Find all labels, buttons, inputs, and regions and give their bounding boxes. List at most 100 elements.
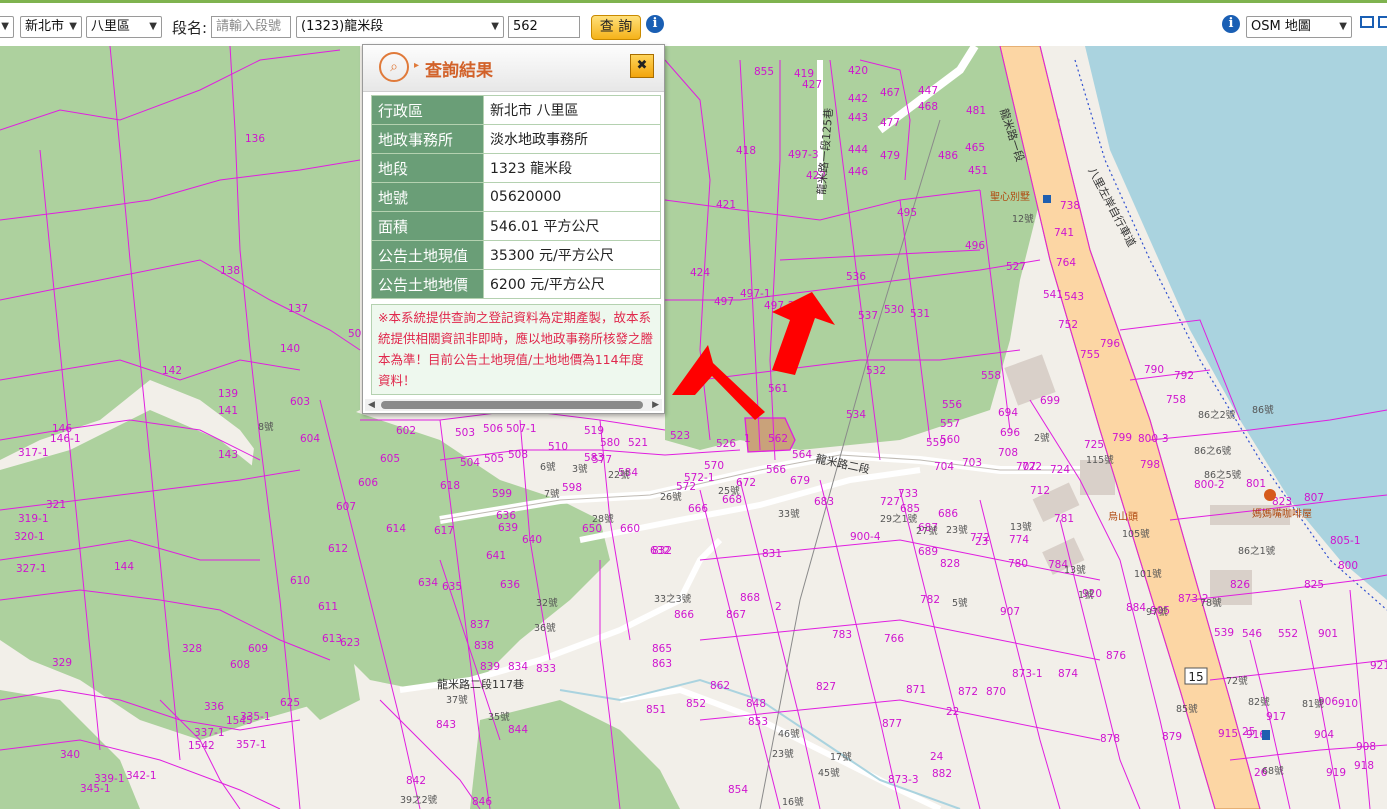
- lot-number-label: 510: [548, 441, 568, 453]
- lot-number-label: 599: [492, 488, 512, 500]
- poi-label: 媽媽嘴咖啡屋: [1252, 507, 1312, 520]
- lot-number-label: 604: [300, 433, 320, 445]
- lot-number-label: 319-1: [18, 513, 49, 525]
- lot-number-label: 447: [918, 85, 938, 97]
- info-icon[interactable]: i: [646, 15, 664, 33]
- disclaimer-note: ※本系統提供查詢之登記資料為定期產製，故本系統提供相關資訊非即時，應以地政事務所…: [371, 304, 661, 395]
- lot-number-label: 527: [1006, 261, 1026, 273]
- lot-number-label: 782: [920, 594, 940, 606]
- city-select[interactable]: 新北市 ▼: [20, 16, 82, 38]
- info-key: 地段: [371, 153, 484, 183]
- close-button[interactable]: ✖: [630, 54, 654, 78]
- lot-number-label: 799: [1112, 432, 1132, 444]
- lot-number-label: 530: [884, 304, 904, 316]
- house-number-label: 16號: [782, 796, 804, 808]
- panel-horizontal-scrollbar[interactable]: ◀ ▶: [365, 399, 662, 411]
- scroll-right-icon[interactable]: ▶: [652, 399, 659, 411]
- house-number-label: 78號: [1200, 597, 1222, 609]
- window-icon[interactable]: [1378, 16, 1387, 28]
- lot-number-label: 143: [218, 449, 238, 461]
- house-number-label: 105號: [1122, 528, 1150, 540]
- house-number-label: 86號: [1252, 404, 1274, 416]
- chevron-down-icon: ▼: [1339, 21, 1347, 32]
- cafe-marker-icon[interactable]: [1264, 489, 1276, 501]
- lot-number-label: 320-1: [14, 531, 45, 543]
- lot-number-label: 552: [1278, 628, 1298, 640]
- house-number-label: 86之5號: [1204, 469, 1242, 481]
- scrollbar-thumb[interactable]: [381, 401, 643, 409]
- lot-number-label: 536: [846, 271, 866, 283]
- lot-number-label: 868: [740, 592, 760, 604]
- cadastral-map[interactable]: 136138137140142139141143146146-1317-1321…: [0, 0, 1387, 809]
- info-icon[interactable]: i: [1222, 15, 1240, 33]
- lot-number-label: 800: [1338, 560, 1358, 572]
- lot-number-label: 752: [1058, 319, 1078, 331]
- lot-number-label: 879: [1162, 731, 1182, 743]
- house-number-label: 29之1號: [880, 513, 918, 525]
- window-icon[interactable]: [1360, 16, 1374, 28]
- lot-number-label: 832: [652, 545, 672, 557]
- lot-number-label: 557: [940, 418, 960, 430]
- lot-number-label: 609: [248, 643, 268, 655]
- section-select[interactable]: (1323)龍米段 ▼: [296, 16, 504, 38]
- lot-number-label: 508: [508, 449, 528, 461]
- lot-number-label: 635: [442, 581, 462, 593]
- lot-number-label: 603: [290, 396, 310, 408]
- lot-number-label: 465: [965, 142, 985, 154]
- parcel-info-table: 行政區 新北市 八里區 地政事務所 淡水地政事務所 地段 1323 龍米段 地號 056200…: [371, 95, 661, 299]
- lot-number-label: 636: [500, 579, 520, 591]
- parcel-number-input[interactable]: 562: [508, 16, 580, 38]
- lot-number-label: 138: [220, 265, 240, 277]
- lot-number-label: 564: [792, 449, 812, 461]
- lot-number-label: 783: [832, 629, 852, 641]
- lot-number-label: 1542: [188, 740, 215, 752]
- lot-number-label: 882: [932, 768, 952, 780]
- house-number-label: 25號: [718, 485, 740, 497]
- lot-number-label: 805-1: [1330, 535, 1361, 547]
- lot-number-label: 908: [1356, 741, 1376, 753]
- lot-number-label: 738: [1060, 200, 1080, 212]
- info-row: 地段 1323 龍米段: [371, 153, 661, 183]
- info-row: 公告土地地價 6200 元/平方公尺: [371, 269, 661, 299]
- district-select[interactable]: 八里區 ▼: [86, 16, 162, 38]
- lot-number-label: 724: [1050, 464, 1070, 476]
- lot-number-label: 506: [483, 423, 503, 435]
- info-value: 05620000: [483, 182, 661, 212]
- query-button[interactable]: 查 詢: [591, 15, 641, 40]
- lot-number-label: 900-4: [850, 531, 881, 543]
- house-number-label: 81號: [1302, 698, 1324, 710]
- house-number-label: 39之2號: [400, 794, 438, 806]
- lot-number-label: 833: [536, 663, 556, 675]
- house-number-label: 12號: [1012, 213, 1034, 225]
- poi-label: 聖心別墅: [990, 191, 1030, 203]
- chevron-down-icon: ▼: [1, 21, 9, 32]
- lot-number-label: 558: [981, 370, 1001, 382]
- lot-number-label: 764: [1056, 257, 1076, 269]
- lot-number-label: 826: [1230, 579, 1250, 591]
- lot-number-label: 614: [386, 523, 406, 535]
- section-number-input[interactable]: 請輸入段號: [211, 16, 291, 38]
- county-select-partial[interactable]: ▼: [0, 16, 14, 38]
- lot-number-label: 345-1: [80, 783, 111, 795]
- lot-number-label: 639: [498, 522, 518, 534]
- street-label: 龍米路二段117巷: [437, 677, 524, 691]
- lot-number-label: 468: [918, 101, 938, 113]
- house-number-label: 27號: [916, 525, 938, 537]
- scroll-left-icon[interactable]: ◀: [368, 399, 375, 411]
- house-number-label: 37號: [446, 694, 468, 706]
- lot-number-label: 497: [714, 296, 734, 308]
- lot-number-label: 497-3: [788, 149, 819, 161]
- house-number-label: 35號: [488, 711, 510, 723]
- lot-number-label: 854: [728, 784, 748, 796]
- lot-number-label: 865: [652, 643, 672, 655]
- house-number-label: 5號: [952, 597, 968, 609]
- lot-number-label: 625: [280, 697, 300, 709]
- lot-number-label: 741: [1054, 227, 1074, 239]
- map-type-select[interactable]: OSM 地圖 ▼: [1246, 16, 1352, 38]
- lot-number-label: 855: [754, 66, 774, 78]
- lot-number-label: 634: [418, 577, 438, 589]
- lot-number-label: 792: [1174, 370, 1194, 382]
- poi-label: 烏山頭: [1108, 510, 1138, 523]
- lot-number-label: 424: [690, 267, 710, 279]
- house-number-label: 33之3號: [654, 593, 692, 605]
